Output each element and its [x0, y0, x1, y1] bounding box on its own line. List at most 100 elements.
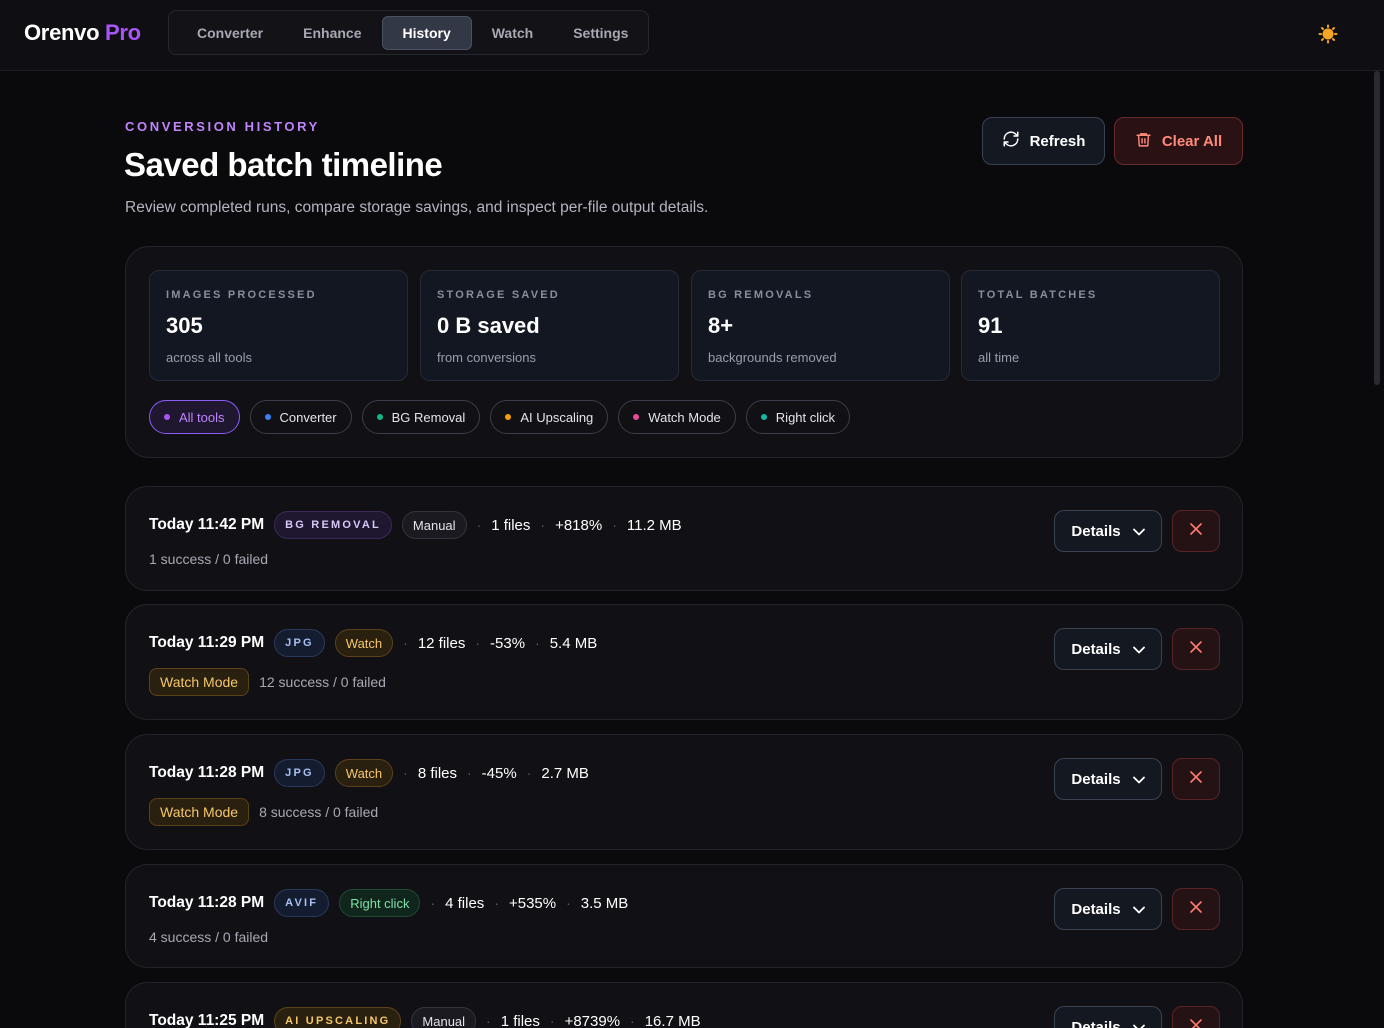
- separator: ·: [467, 765, 472, 781]
- separator: ·: [540, 517, 546, 533]
- chevron-down-icon: [1132, 523, 1145, 540]
- brand-logo[interactable]: Orenvo Pro: [24, 20, 141, 46]
- close-icon: [1190, 900, 1202, 918]
- file-count: 4 files: [445, 894, 485, 912]
- clear-all-label: Clear All: [1161, 132, 1223, 150]
- page-title: Saved batch timeline: [124, 146, 443, 183]
- details-button[interactable]: Details: [1054, 758, 1162, 800]
- format-badge: JPG: [274, 759, 325, 787]
- filter-dot: [633, 414, 640, 420]
- separator: ·: [612, 517, 617, 533]
- mode-tag: Watch Mode: [149, 798, 250, 826]
- format-badge: AVIF: [274, 889, 330, 917]
- size-change: +818%: [555, 516, 603, 534]
- filter-dot: [264, 414, 271, 420]
- filter-label: BG Removal: [391, 409, 466, 425]
- filter-watch-mode[interactable]: Watch Mode: [618, 400, 736, 434]
- source-tag: Manual: [411, 1007, 477, 1028]
- file-count: 1 files: [491, 516, 531, 534]
- row-summary: Today 11:28 PM AVIF Right click · 4 file…: [149, 889, 628, 917]
- filter-dot: [760, 414, 767, 420]
- size-change: -53%: [490, 634, 526, 652]
- row-result: 4 success / 0 failed: [149, 923, 268, 951]
- separator: ·: [476, 517, 482, 533]
- size-change: +535%: [508, 894, 557, 912]
- separator: ·: [494, 895, 499, 911]
- filter-bg-removal[interactable]: BG Removal: [361, 400, 481, 434]
- tab-watch[interactable]: Watch: [472, 16, 553, 50]
- section-eyebrow: CONVERSION HISTORY: [125, 119, 320, 134]
- filter-label: All tools: [179, 409, 225, 425]
- stat-value: 91: [978, 313, 1003, 338]
- trash-icon: [1135, 131, 1152, 152]
- stat-label: BG REMOVALS: [708, 289, 814, 301]
- stats-panel: IMAGES PROCESSED 305 across all tools ST…: [125, 246, 1243, 458]
- result-text: 12 success / 0 failed: [259, 674, 386, 690]
- refresh-button[interactable]: Refresh: [982, 117, 1105, 165]
- stat-card-bg-removals: BG REMOVALS 8+ backgrounds removed: [691, 270, 950, 381]
- filter-label: Right click: [775, 409, 836, 425]
- separator: ·: [475, 635, 481, 651]
- history-row: Today 11:28 PM JPG Watch · 8 files · -45…: [125, 734, 1243, 850]
- details-button[interactable]: Details: [1054, 510, 1162, 552]
- tab-converter[interactable]: Converter: [177, 16, 283, 50]
- filter-dot: [164, 414, 170, 420]
- close-icon: [1190, 522, 1202, 540]
- page-scrollbar[interactable]: [1374, 71, 1380, 385]
- row-time: Today 11:29 PM: [149, 634, 265, 651]
- row-summary: Today 11:28 PM JPG Watch · 8 files · -45…: [149, 759, 589, 787]
- separator: ·: [486, 1013, 491, 1028]
- tab-settings[interactable]: Settings: [553, 16, 648, 50]
- close-icon: [1190, 770, 1202, 788]
- filter-converter[interactable]: Converter: [249, 400, 352, 434]
- details-button[interactable]: Details: [1054, 1006, 1162, 1028]
- stat-label: STORAGE SAVED: [437, 289, 560, 301]
- tab-history[interactable]: History: [381, 15, 472, 50]
- row-summary: Today 11:25 PM AI UPSCALING Manual · 1 f…: [149, 1007, 701, 1028]
- format-badge: AI UPSCALING: [274, 1007, 402, 1028]
- sun-icon[interactable]: [1318, 24, 1338, 44]
- separator: ·: [535, 635, 540, 651]
- filter-ai-upscaling[interactable]: AI Upscaling: [490, 400, 609, 434]
- delete-row-button[interactable]: [1172, 510, 1220, 552]
- result-text: 1 success / 0 failed: [149, 551, 269, 567]
- format-badge: JPG: [274, 629, 325, 657]
- details-label: Details: [1071, 900, 1121, 918]
- stat-sub: from conversions: [437, 350, 536, 365]
- row-time: Today 11:42 PM: [149, 516, 265, 533]
- stat-sub: all time: [978, 350, 1020, 365]
- details-button[interactable]: Details: [1054, 888, 1162, 930]
- tab-enhance[interactable]: Enhance: [283, 16, 381, 50]
- delete-row-button[interactable]: [1172, 888, 1220, 930]
- stat-sub: backgrounds removed: [708, 350, 837, 365]
- source-tag: Watch: [334, 629, 394, 657]
- filter-dot: [505, 414, 512, 420]
- separator: ·: [549, 1013, 555, 1028]
- nav-tabs: Converter Enhance History Watch Settings: [168, 10, 649, 55]
- history-row: Today 11:25 PM AI UPSCALING Manual · 1 f…: [125, 982, 1243, 1028]
- chevron-down-icon: [1132, 641, 1145, 658]
- close-icon: [1190, 640, 1202, 658]
- filter-right-click[interactable]: Right click: [745, 400, 851, 434]
- filter-dot: [376, 414, 383, 420]
- output-size: 5.4 MB: [549, 634, 598, 652]
- filter-all-tools[interactable]: All tools: [149, 400, 240, 434]
- details-button[interactable]: Details: [1054, 628, 1162, 670]
- separator: ·: [566, 895, 571, 911]
- stat-sub: across all tools: [166, 350, 252, 365]
- file-count: 8 files: [417, 764, 457, 782]
- row-result: Watch Mode 12 success / 0 failed: [149, 668, 386, 696]
- stat-card-storage: STORAGE SAVED 0 B saved from conversions: [420, 270, 679, 381]
- stat-value: 8+: [708, 313, 734, 338]
- filter-label: AI Upscaling: [520, 409, 594, 425]
- filter-label: Watch Mode: [648, 409, 721, 425]
- delete-row-button[interactable]: [1172, 758, 1220, 800]
- clear-all-button[interactable]: Clear All: [1114, 117, 1243, 165]
- stat-card-images: IMAGES PROCESSED 305 across all tools: [149, 270, 408, 381]
- separator: ·: [403, 765, 408, 781]
- separator: ·: [403, 635, 408, 651]
- row-summary: Today 11:29 PM JPG Watch · 12 files · -5…: [149, 629, 597, 657]
- delete-row-button[interactable]: [1172, 628, 1220, 670]
- delete-row-button[interactable]: [1172, 1006, 1220, 1028]
- separator: ·: [430, 895, 436, 911]
